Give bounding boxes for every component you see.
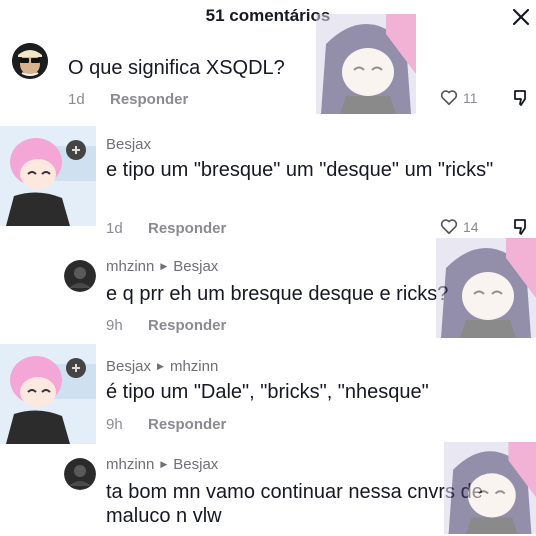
comments-count-title: 51 comentários [205,6,331,25]
comment-time: 1d [68,91,85,108]
comment-text: e tipo um "bresque" um "desque" um "rick… [106,159,494,181]
reply-usernames: Besjax ▶ mhzinn [106,358,218,375]
reply-to-username[interactable]: mhzinn [170,358,218,375]
reply-usernames: mhzinn ▶ Besjax [106,456,218,473]
like-count: 11 [463,89,478,106]
reply-button[interactable]: Responder [148,220,226,237]
comment-time: 1d [106,220,123,237]
reply-item: Besjax ▶ mhzinn é tipo um "Dale", "bricks"… [0,344,536,448]
reply-item: mhzinn ▶ Besjax e q prr eh um bresque desq… [0,252,536,340]
comment-item: O que significa XSQDL? 1d Responder 11 [0,28,536,120]
heart-outline-icon [440,90,458,106]
reply-usernames: mhzinn ▶ Besjax [106,258,218,275]
triangle-right-icon: ▶ [160,260,168,271]
dislike-button[interactable] [512,89,530,112]
avatar[interactable] [64,458,96,490]
comment-item: Besjax e tipo um "bresque" um "desque" u… [0,126,536,240]
thumbs-down-icon [514,90,526,106]
dislike-button[interactable] [512,218,530,241]
like-count: 14 [463,218,479,235]
comment-username[interactable]: Besjax [106,358,151,375]
reply-button[interactable]: Responder [148,416,226,433]
reply-to-username[interactable]: Besjax [173,258,218,275]
reply-item: mhzinn ▶ Besjax ta bom mn vamo continuar n… [0,450,536,536]
like-button[interactable]: 11 [440,89,478,106]
comment-username[interactable]: mhzinn [106,456,154,473]
reply-to-username[interactable]: Besjax [173,456,218,473]
comment-text: O que significa XSQDL? [68,57,285,79]
close-icon [512,8,530,26]
heart-outline-icon [440,219,458,235]
like-button[interactable]: 14 [440,218,479,235]
avatar[interactable] [0,344,96,444]
comment-username[interactable]: Besjax [106,136,151,153]
avatar[interactable] [0,126,96,226]
comment-text: e q prr eh um bresque desque e ricks? [106,283,449,305]
comment-username[interactable]: mhzinn [106,258,154,275]
triangle-right-icon: ▶ [160,458,168,469]
reply-button[interactable]: Responder [110,91,188,108]
thumbs-down-icon [514,219,526,235]
comment-time: 9h [106,317,123,334]
avatar[interactable] [12,43,48,79]
comment-text: é tipo um "Dale", "bricks", "nhesque" [106,381,429,403]
reply-button[interactable]: Responder [148,317,226,334]
comment-time: 9h [106,416,123,433]
avatar[interactable] [64,260,96,292]
comment-text: ta bom mn vamo continuar nessa cnvrs de … [106,481,483,527]
triangle-right-icon: ▶ [157,360,164,371]
